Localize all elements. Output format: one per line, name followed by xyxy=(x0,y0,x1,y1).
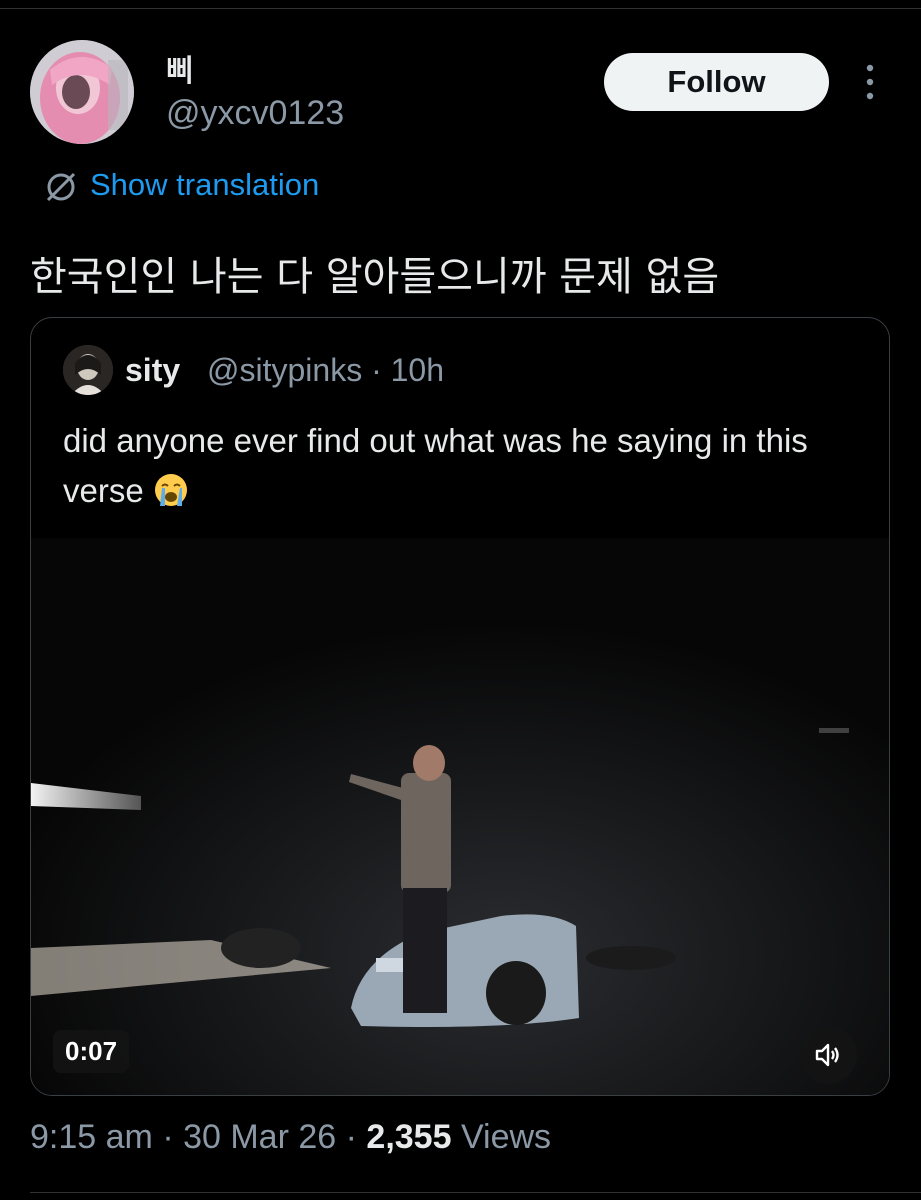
show-translation-link[interactable]: Show translation xyxy=(90,167,319,203)
author-display-name[interactable]: 삐 xyxy=(166,46,194,90)
tweet-time[interactable]: 9:15 am xyxy=(30,1118,153,1156)
more-vertical-icon[interactable] xyxy=(858,62,882,102)
translate-globe-icon[interactable] xyxy=(44,170,78,204)
author-handle[interactable]: @yxcv0123 xyxy=(166,94,344,133)
quoted-tweet-card[interactable]: sity @sitypinks · 10h did anyone ever fi… xyxy=(30,317,890,1096)
volume-icon[interactable] xyxy=(799,1026,857,1084)
quoted-author-name[interactable]: sity xyxy=(125,352,180,389)
tweet-metadata: 9:15 am · 30 Mar 26 · 2,355 Views xyxy=(30,1118,551,1157)
views-label: Views xyxy=(460,1118,552,1156)
meta-separator: · xyxy=(162,1118,174,1156)
quoted-tweet-text: did anyone ever find out what was he say… xyxy=(63,416,863,516)
loudly-crying-face-emoji-icon xyxy=(153,472,189,508)
tweet-date[interactable]: 30 Mar 26 xyxy=(183,1118,336,1156)
views-count: 2,355 xyxy=(366,1118,452,1156)
author-avatar[interactable] xyxy=(30,40,134,144)
video-duration-badge: 0:07 xyxy=(53,1030,130,1073)
tweet-text: 한국인인 나는 다 알아들으니까 문제 없음 xyxy=(30,254,720,300)
quoted-author-avatar[interactable] xyxy=(63,345,113,395)
follow-button[interactable]: Follow xyxy=(604,53,829,111)
quoted-author-meta: @sitypinks · 10h xyxy=(207,352,445,388)
bottom-divider xyxy=(30,1192,921,1193)
top-divider xyxy=(0,8,921,9)
meta-separator: · xyxy=(345,1118,357,1156)
video-frame xyxy=(31,538,889,1095)
author-avatar-image xyxy=(30,40,134,144)
video-player[interactable]: 0:07 xyxy=(31,538,889,1095)
